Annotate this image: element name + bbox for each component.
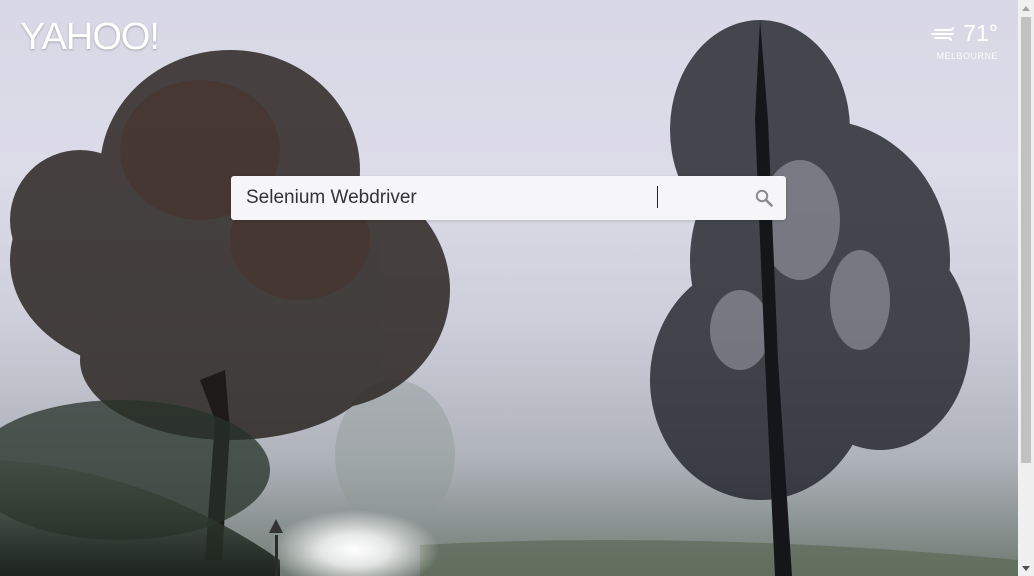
scroll-down-arrow-icon[interactable] <box>1018 560 1034 576</box>
scroll-up-arrow-icon[interactable] <box>1018 0 1034 16</box>
weather-widget[interactable]: 71° MELBOURNE <box>931 20 998 61</box>
yahoo-logo[interactable]: YAHOO! <box>20 16 160 59</box>
search-button[interactable] <box>742 176 786 220</box>
text-cursor <box>657 186 658 208</box>
search-box <box>231 176 786 220</box>
search-icon <box>755 189 773 207</box>
weather-location: MELBOURNE <box>936 51 998 61</box>
vertical-scrollbar[interactable] <box>1018 0 1034 576</box>
background-photo <box>0 20 1018 576</box>
scrollbar-thumb[interactable] <box>1021 17 1031 463</box>
search-input[interactable] <box>231 176 742 220</box>
temperature: 71° <box>963 20 998 46</box>
wind-icon <box>931 26 955 41</box>
weather-row: 71° <box>931 20 998 47</box>
yahoo-homepage: YAHOO! 71° MELBOURNE <box>0 0 1034 576</box>
